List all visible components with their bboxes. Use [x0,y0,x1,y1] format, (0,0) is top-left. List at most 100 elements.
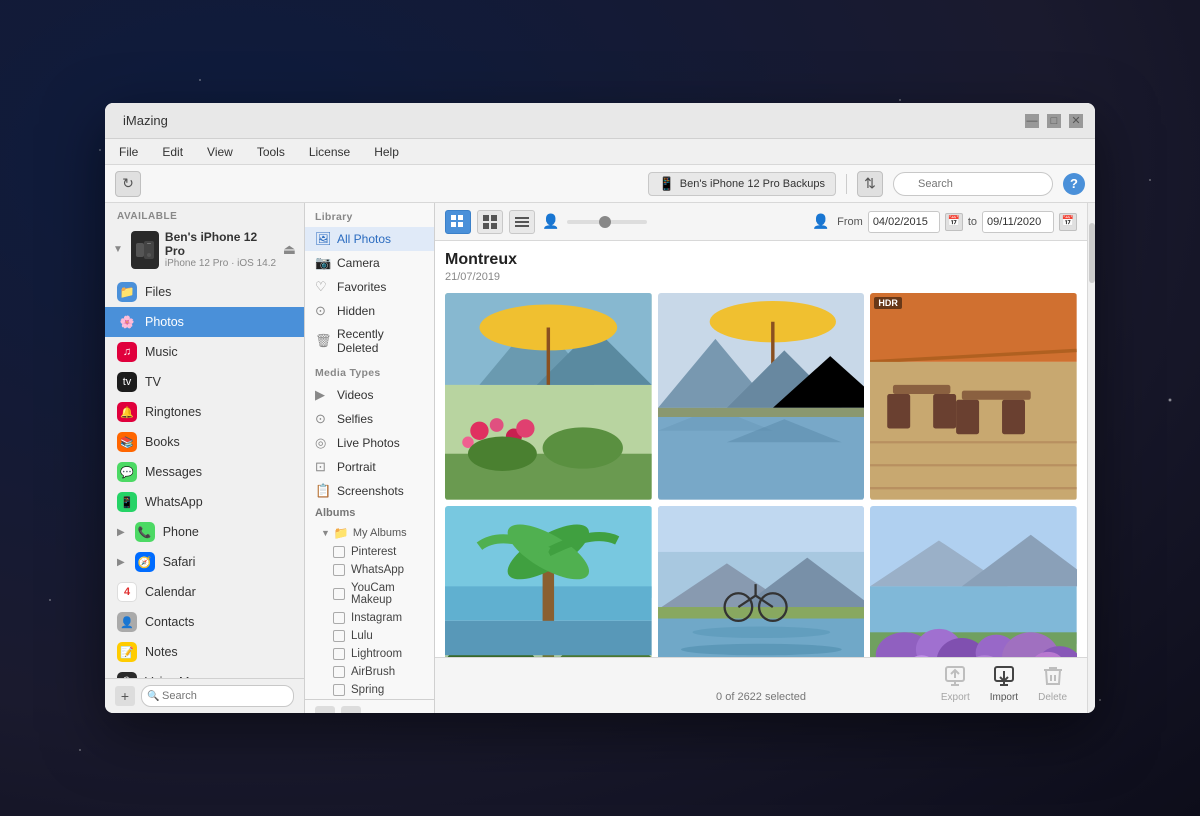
sidebar-item-notes[interactable]: 📝 Notes [105,637,304,667]
sidebar-item-voice-memos[interactable]: 🎙 Voice Memos [105,667,304,678]
toolbar-search-input[interactable] [893,172,1053,196]
browser-portrait[interactable]: ⊡ Portrait [305,455,434,479]
hidden-label: Hidden [337,304,375,318]
browser-screenshots[interactable]: 📋 Screenshots [305,479,434,503]
sidebar-item-photos[interactable]: 🌸 Photos [105,307,304,337]
sidebar-item-tv[interactable]: tv TV [105,367,304,397]
album-item-pinterest[interactable]: Pinterest [305,543,434,561]
browser-remove-button[interactable]: − [341,706,361,713]
eject-icon[interactable]: ⏏ [283,241,296,258]
portrait-icon: ⊡ [315,459,331,475]
camera-icon: 📷 [315,255,331,271]
help-button[interactable]: ? [1063,173,1085,195]
sidebar: AVAILABLE ▼ Ben's iPhone 12 Pro iPhone 1… [105,203,305,713]
photo-area: 👤 👤 From 📅 to 📅 Montreux [435,203,1087,713]
delete-action[interactable]: Delete [1038,662,1067,703]
photo-cell-1[interactable] [445,293,652,500]
sidebar-item-phone[interactable]: ▶ 📞 Phone [105,517,304,547]
photo-cell-6[interactable] [870,506,1077,657]
album-label-airbrush: AirBrush [351,666,395,678]
menu-file[interactable]: File [115,143,142,161]
sidebar-item-calendar[interactable]: 4 Calendar [105,577,304,607]
album-item-whatsapp[interactable]: WhatsApp [305,561,434,579]
menu-help[interactable]: Help [370,143,403,161]
album-checkbox-airbrush[interactable] [333,666,345,678]
album-checkbox-lulu[interactable] [333,630,345,642]
person-left-icon[interactable]: 👤 [541,212,561,232]
minimize-button[interactable]: — [1025,114,1039,128]
browser-hidden[interactable]: ⊙ Hidden [305,299,434,323]
sidebar-search-input[interactable] [141,685,294,707]
sidebar-item-books[interactable]: 📚 Books [105,427,304,457]
album-checkbox-youcam[interactable] [333,588,345,600]
browser-all-photos[interactable]: 🖼 All Photos [305,227,434,251]
from-calendar-button[interactable]: 📅 [945,213,963,231]
calendar-icon: 4 [117,582,137,602]
refresh-button[interactable]: ↻ [115,171,141,197]
screenshots-icon: 📋 [315,483,331,499]
menu-view[interactable]: View [203,143,237,161]
export-action[interactable]: Export [941,662,970,703]
browser-videos[interactable]: ▶ Videos [305,383,434,407]
manage-button[interactable]: ⇅ [857,171,883,197]
albums-section-header[interactable]: Albums [305,503,434,523]
photo-cell-2[interactable] [658,293,865,500]
view-list-button[interactable] [509,210,535,234]
album-item-airbrush[interactable]: AirBrush [305,663,434,681]
close-button[interactable]: ✕ [1069,114,1083,128]
album-checkbox-instagram[interactable] [333,612,345,624]
menu-license[interactable]: License [305,143,354,161]
view-grid-small-button[interactable] [445,210,471,234]
hdr-badge: HDR [874,297,902,309]
sidebar-item-files[interactable]: 📁 Files [105,277,304,307]
browser-selfies[interactable]: ⊙ Selfies [305,407,434,431]
sidebar-bottom: + 🔍 [105,678,304,713]
photo-scrollbar[interactable] [1087,203,1095,713]
to-date-input[interactable] [982,211,1054,233]
browser-camera[interactable]: 📷 Camera [305,251,434,275]
sidebar-item-messages[interactable]: 💬 Messages [105,457,304,487]
album-item-youcam[interactable]: YouCam Makeup [305,579,434,609]
device-item[interactable]: ▼ Ben's iPhone 12 Pro iPhone 12 Pro · iO… [105,226,304,273]
sidebar-item-contacts[interactable]: 👤 Contacts [105,607,304,637]
album-checkbox-whatsapp[interactable] [333,564,345,576]
sidebar-add-button[interactable]: + [115,686,135,706]
album-item-spring[interactable]: Spring [305,681,434,699]
photo-cell-5[interactable] [658,506,865,657]
size-slider[interactable] [567,220,647,224]
album-item-instagram[interactable]: Instagram [305,609,434,627]
my-albums-header[interactable]: ▼ 📁 My Albums [305,523,434,543]
sidebar-item-ringtones[interactable]: 🔔 Ringtones [105,397,304,427]
device-selector[interactable]: 📱 Ben's iPhone 12 Pro Backups [648,172,836,196]
sidebar-item-music[interactable]: ♫ Music [105,337,304,367]
photo-cell-4[interactable] [445,506,652,657]
maximize-button[interactable]: □ [1047,114,1061,128]
import-action[interactable]: Import [990,662,1018,703]
browser-recently-deleted[interactable]: 🗑 Recently Deleted [305,323,434,359]
sidebar-label-notes: Notes [145,645,178,659]
photo-cell-3[interactable]: HDR [870,293,1077,500]
menu-tools[interactable]: Tools [253,143,289,161]
browser-add-button[interactable]: + [315,706,335,713]
from-date-input[interactable] [868,211,940,233]
sidebar-item-whatsapp[interactable]: 📱 WhatsApp [105,487,304,517]
sidebar-label-ringtones: Ringtones [145,405,201,419]
album-checkbox-lightroom[interactable] [333,648,345,660]
favorites-label: Favorites [337,280,386,294]
album-checkbox-spring[interactable] [333,684,345,696]
portrait-label: Portrait [337,460,376,474]
albums-label: Albums [315,507,355,519]
photo-scrollbar-thumb [1089,223,1095,283]
window-controls: — □ ✕ [1025,114,1083,128]
view-grid-large-button[interactable] [477,210,503,234]
album-checkbox-pinterest[interactable] [333,546,345,558]
to-calendar-button[interactable]: 📅 [1059,213,1077,231]
browser-live-photos[interactable]: ◎ Live Photos [305,431,434,455]
sidebar-item-safari[interactable]: ▶ 🧭 Safari [105,547,304,577]
album-item-lulu[interactable]: Lulu [305,627,434,645]
menu-edit[interactable]: Edit [158,143,187,161]
browser-favorites[interactable]: ♡ Favorites [305,275,434,299]
favorites-icon: ♡ [315,279,331,295]
album-item-lightroom[interactable]: Lightroom [305,645,434,663]
person-right-icon[interactable]: 👤 [811,212,831,232]
